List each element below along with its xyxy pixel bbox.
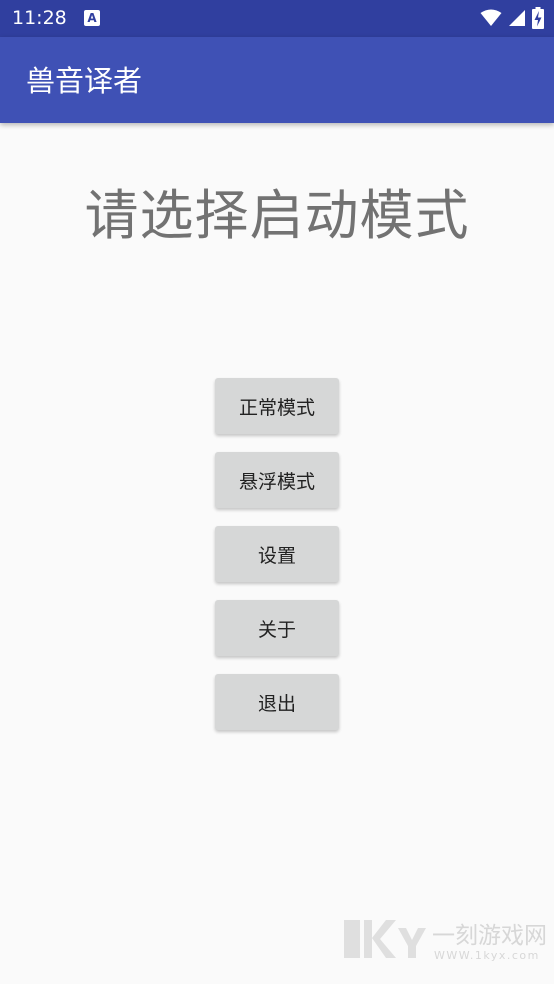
signal-icon xyxy=(509,10,525,26)
exit-button[interactable]: 退出 xyxy=(215,674,339,730)
watermark-logo: 一刻游戏网 WWW.1kyx.com xyxy=(344,920,547,962)
notification-app-icon: A xyxy=(84,10,100,26)
status-time: 11:28 xyxy=(12,7,67,29)
wifi-icon xyxy=(480,9,502,26)
about-button[interactable]: 关于 xyxy=(215,600,339,656)
status-icons xyxy=(480,6,544,30)
watermark-site-name: 一刻游戏网 xyxy=(432,923,547,949)
settings-button[interactable]: 设置 xyxy=(215,526,339,582)
normal-mode-button[interactable]: 正常模式 xyxy=(215,378,339,434)
mode-menu: 正常模式 悬浮模式 设置 关于 退出 xyxy=(215,378,339,748)
watermark-url: WWW.1kyx.com xyxy=(434,949,540,962)
status-bar: 11:28 A xyxy=(0,0,554,37)
floating-mode-button[interactable]: 悬浮模式 xyxy=(215,452,339,508)
mode-prompt-heading: 请选择启动模式 xyxy=(84,184,470,247)
app-title: 兽音译者 xyxy=(26,64,143,98)
battery-charging-icon xyxy=(532,7,544,29)
app-bar: 兽音译者 xyxy=(0,37,554,123)
